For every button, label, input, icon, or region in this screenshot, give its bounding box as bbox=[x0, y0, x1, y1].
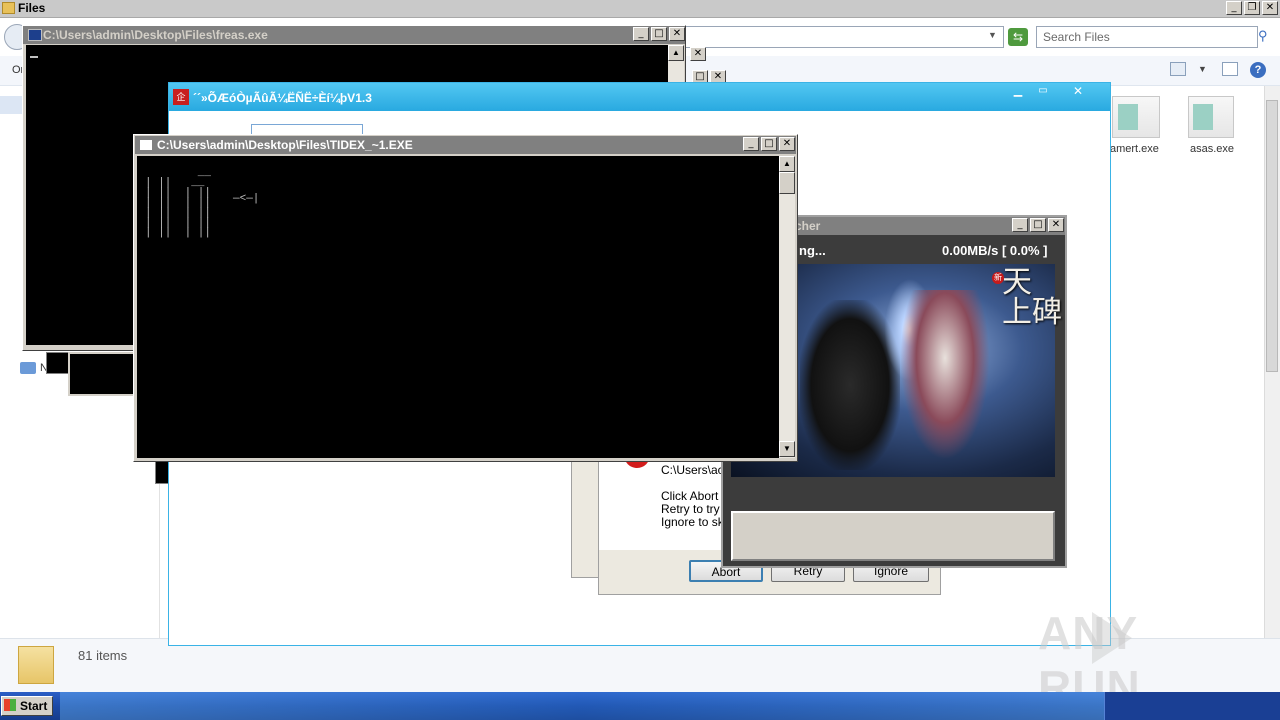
dialog-edge bbox=[571, 458, 601, 578]
taskbar-highlight bbox=[60, 692, 1104, 720]
chevron-down-icon[interactable]: ▼ bbox=[988, 30, 997, 40]
network-icon bbox=[20, 362, 36, 374]
minimize-button[interactable]: _ bbox=[1226, 1, 1242, 15]
chevron-down-icon[interactable]: ▼ bbox=[1198, 64, 1207, 74]
folder-icon bbox=[2, 2, 15, 14]
minimize-button[interactable]: _ bbox=[743, 137, 759, 151]
view-icon[interactable] bbox=[1170, 62, 1186, 76]
scroll-down-icon[interactable]: ▼ bbox=[779, 441, 795, 457]
file-label[interactable]: amert.exe bbox=[1110, 143, 1159, 155]
game-logo: 天 上碑 bbox=[1002, 265, 1062, 330]
console-icon bbox=[28, 29, 42, 41]
progress-panel bbox=[731, 511, 1055, 561]
maximize-button[interactable]: ▭ bbox=[1030, 85, 1056, 99]
close-button[interactable]: ✕ bbox=[690, 47, 706, 61]
scrollbar-thumb[interactable] bbox=[779, 172, 795, 194]
console-titlebar[interactable]: C:\Users\admin\Desktop\Files\TIDEX_~1.EX… bbox=[135, 136, 796, 154]
maximize-button[interactable]: □ bbox=[1030, 218, 1046, 232]
close-button[interactable]: ✕ bbox=[669, 27, 685, 41]
console-window-edge bbox=[155, 460, 169, 484]
file-label[interactable]: asas.exe bbox=[1190, 143, 1234, 155]
help-icon[interactable]: ? bbox=[1250, 62, 1266, 78]
scrollbar-thumb[interactable] bbox=[1266, 100, 1278, 372]
error-text: Retry to try bbox=[661, 502, 720, 516]
app-icon: 企 bbox=[173, 89, 189, 105]
folder-icon bbox=[18, 646, 54, 684]
scrollbar[interactable] bbox=[779, 156, 795, 458]
explorer-window-controls: _ ❐ ✕ bbox=[1226, 1, 1278, 15]
close-button[interactable]: ✕ bbox=[1058, 85, 1098, 99]
close-button[interactable]: ✕ bbox=[1048, 218, 1064, 232]
launcher-title: cher bbox=[795, 219, 821, 233]
maximize-button[interactable]: □ bbox=[651, 27, 667, 41]
freas-window-controls: _ □ ✕ bbox=[633, 27, 685, 41]
error-path: C:\Users\ac bbox=[661, 463, 724, 477]
file-icon bbox=[1193, 104, 1213, 130]
start-logo-icon bbox=[4, 699, 16, 711]
scroll-up-icon[interactable]: ▲ bbox=[668, 45, 684, 61]
explorer-title: Files bbox=[18, 1, 46, 15]
launcher-window-controls: _ □ ✕ bbox=[1012, 218, 1064, 232]
console-window-edge bbox=[46, 352, 70, 374]
search-input[interactable]: Search Files bbox=[1036, 26, 1258, 48]
download-speed: 0.00MB/s [ 0.0% ] bbox=[942, 243, 1048, 258]
minimize-button[interactable]: _ bbox=[633, 27, 649, 41]
nav-selected-item[interactable] bbox=[0, 96, 22, 114]
explorer-titlebar[interactable] bbox=[0, 0, 1280, 18]
close-button[interactable]: ✕ bbox=[779, 137, 795, 151]
scroll-up-icon[interactable]: ▲ bbox=[779, 156, 795, 172]
restore-button[interactable]: ❐ bbox=[1244, 1, 1260, 15]
text-cursor bbox=[30, 56, 38, 58]
file-icon bbox=[1118, 104, 1138, 130]
console-titlebar[interactable]: C:\Users\admin\Desktop\Files\freas.exe bbox=[23, 26, 685, 44]
item-count: 81 items bbox=[78, 648, 128, 663]
search-icon[interactable]: ⚲ bbox=[1258, 28, 1276, 46]
console-prompt: —<—| bbox=[233, 193, 260, 205]
artwork-figure bbox=[900, 290, 990, 460]
error-text: Click Abort t bbox=[661, 489, 726, 503]
console-icon bbox=[139, 139, 153, 151]
preview-pane-icon[interactable] bbox=[1222, 62, 1238, 76]
maximize-button[interactable]: □ bbox=[761, 137, 777, 151]
play-icon bbox=[1092, 612, 1132, 664]
console-ascii-art: __ | || __ | || | || | || | || | || | ||… bbox=[145, 167, 212, 239]
tidex-window-controls: _ □ ✕ bbox=[743, 137, 795, 151]
download-status: ng... bbox=[799, 243, 826, 258]
refresh-icon[interactable]: ⇆ bbox=[1008, 28, 1028, 46]
minimize-button[interactable]: ▁ bbox=[1006, 85, 1030, 99]
close-button[interactable]: ✕ bbox=[1262, 1, 1278, 15]
minimize-button[interactable]: _ bbox=[1012, 218, 1028, 232]
error-text: Ignore to sk bbox=[661, 515, 724, 529]
console-window-edge bbox=[68, 352, 136, 396]
system-tray[interactable] bbox=[1104, 692, 1280, 720]
app-title: ´´»ÕÆóÒµÃûÃ¼ËÑË÷Èí¼þV1.3 bbox=[193, 91, 372, 105]
